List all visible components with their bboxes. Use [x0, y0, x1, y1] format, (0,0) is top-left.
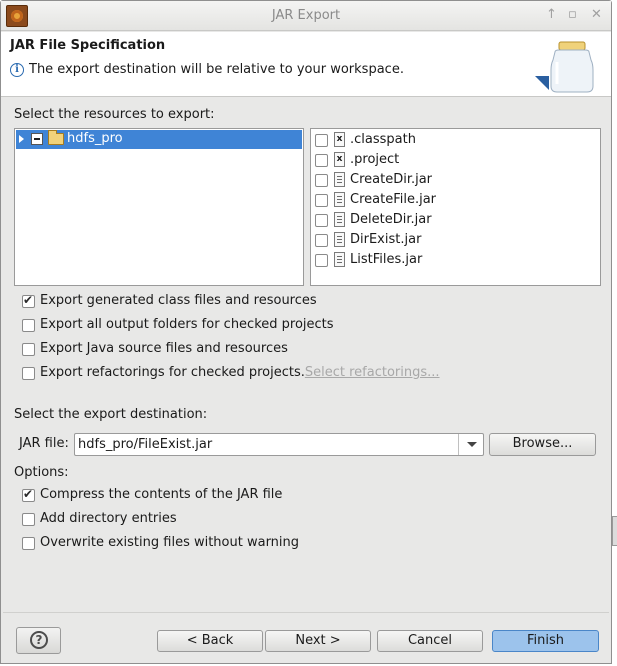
file-checkbox[interactable]: [315, 194, 328, 207]
info-icon: i: [10, 63, 24, 77]
project-tree[interactable]: hdfs_pro: [14, 128, 304, 286]
resources-label: Select the resources to export:: [14, 107, 215, 122]
file-name: DirExist.jar: [350, 232, 422, 247]
file-checkbox[interactable]: [315, 234, 328, 247]
export-generated-class-checkbox[interactable]: [22, 293, 35, 308]
option-label: Compress the contents of the JAR file: [40, 487, 283, 502]
list-item[interactable]: x .classpath: [315, 130, 595, 150]
jar-file-combo[interactable]: hdfs_pro/FileExist.jar: [74, 433, 484, 456]
file-checkbox[interactable]: [315, 134, 328, 147]
help-icon: ?: [30, 631, 48, 649]
list-item[interactable]: CreateDir.jar: [315, 170, 595, 190]
file-icon: [334, 192, 345, 207]
file-name: ListFiles.jar: [350, 252, 423, 267]
cancel-button[interactable]: Cancel: [377, 630, 483, 652]
file-checkbox[interactable]: [315, 174, 328, 187]
file-icon: [334, 232, 345, 247]
list-item[interactable]: x .project: [315, 150, 595, 170]
options-label: Options:: [14, 465, 69, 480]
option-label: Add directory entries: [40, 511, 177, 526]
expand-arrow-icon[interactable]: [19, 135, 24, 143]
option-label: Export generated class files and resourc…: [40, 293, 317, 308]
list-item[interactable]: DirExist.jar: [315, 230, 595, 250]
export-refactorings-checkbox[interactable]: [22, 367, 35, 380]
file-checkbox[interactable]: [315, 154, 328, 167]
file-name: CreateDir.jar: [350, 172, 433, 187]
option-label: Export all output folders for checked pr…: [40, 317, 334, 332]
export-output-folders-checkbox[interactable]: [22, 319, 35, 332]
project-name: hdfs_pro: [67, 131, 123, 146]
partial-checkbox[interactable]: [31, 133, 43, 145]
list-item[interactable]: CreateFile.jar: [315, 190, 595, 210]
help-button[interactable]: ?: [16, 627, 61, 654]
file-icon: [334, 212, 345, 227]
file-name: .classpath: [350, 132, 416, 147]
file-list[interactable]: x .classpath x .project CreateDir.jar Cr…: [310, 128, 601, 286]
browse-button[interactable]: Browse...: [489, 433, 596, 456]
jar-file-label: JAR file:: [19, 436, 69, 451]
option-label: Export Java source files and resources: [40, 341, 288, 356]
finish-button[interactable]: Finish: [492, 630, 599, 652]
destination-label: Select the export destination:: [14, 407, 208, 422]
window-title: JAR Export: [271, 8, 341, 23]
file-name: DeleteDir.jar: [350, 212, 432, 227]
list-item[interactable]: ListFiles.jar: [315, 250, 595, 270]
tree-item-project[interactable]: hdfs_pro: [16, 130, 302, 149]
button-bar-separator: [3, 612, 609, 613]
export-java-source-checkbox[interactable]: [22, 343, 35, 356]
back-button[interactable]: < Back: [157, 630, 263, 652]
select-refactorings-link: Select refactorings...: [304, 365, 440, 380]
jar-export-dialog: JAR Export ↑ ▫ ✕ JAR File Specification …: [0, 0, 612, 664]
close-icon[interactable]: ✕: [591, 7, 602, 23]
list-item[interactable]: DeleteDir.jar: [315, 210, 595, 230]
directory-entries-checkbox[interactable]: [22, 513, 35, 526]
jar-file-input[interactable]: hdfs_pro/FileExist.jar: [78, 437, 212, 452]
file-name: .project: [350, 152, 400, 167]
chevron-down-icon[interactable]: [458, 434, 483, 455]
compress-checkbox[interactable]: [22, 487, 35, 502]
title-bar[interactable]: JAR Export ↑ ▫ ✕: [1, 1, 611, 31]
option-label: Export refactorings for checked projects…: [40, 365, 440, 380]
page-title: JAR File Specification: [10, 38, 166, 53]
file-checkbox[interactable]: [315, 214, 328, 227]
maximize-up-icon[interactable]: ↑: [546, 7, 557, 23]
xml-file-icon: x: [334, 132, 345, 147]
project-folder-icon: [48, 130, 64, 145]
file-name: CreateFile.jar: [350, 192, 437, 207]
file-checkbox[interactable]: [315, 254, 328, 267]
restore-icon[interactable]: ▫: [568, 7, 577, 23]
info-message: The export destination will be relative …: [29, 62, 404, 77]
background-window-fragment: [612, 516, 617, 546]
xml-file-icon: x: [334, 152, 345, 167]
file-icon: [334, 172, 345, 187]
next-button[interactable]: Next >: [265, 630, 371, 652]
file-icon: [334, 252, 345, 267]
header-banner: JAR File Specification i The export dest…: [1, 32, 611, 97]
jar-wizard-icon: [535, 41, 594, 93]
overwrite-checkbox[interactable]: [22, 537, 35, 550]
option-label: Overwrite existing files without warning: [40, 535, 300, 550]
